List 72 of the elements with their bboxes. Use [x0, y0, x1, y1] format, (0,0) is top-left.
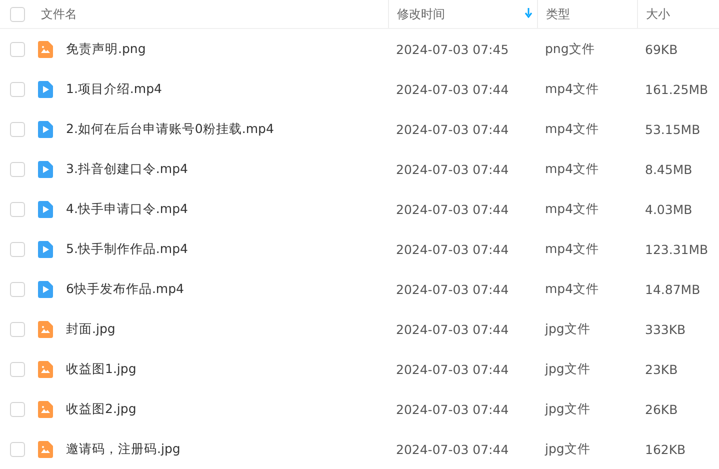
modified-time: 2024-07-03 07:44	[395, 202, 510, 216]
image-file-icon	[38, 40, 53, 58]
modified-time: 2024-07-03 07:44	[395, 322, 510, 336]
image-file-icon	[38, 360, 53, 378]
image-file-icon	[38, 440, 53, 458]
file-name[interactable]: 5.快手制作作品.mp4	[66, 240, 188, 258]
modified-time: 2024-07-03 07:44	[395, 122, 510, 136]
video-file-icon	[38, 160, 53, 178]
file-name[interactable]: 6快手发布作品.mp4	[66, 280, 184, 298]
file-name[interactable]: 收益图2.jpg	[66, 400, 136, 418]
file-size: 23KB	[644, 362, 679, 376]
file-type: mp4文件	[544, 280, 600, 298]
file-name[interactable]: 1.项目介绍.mp4	[66, 80, 162, 98]
row-checkbox[interactable]	[10, 242, 25, 256]
file-size: 162KB	[644, 442, 687, 456]
row-checkbox[interactable]	[10, 202, 25, 216]
modified-time: 2024-07-03 07:44	[395, 82, 510, 96]
modified-time: 2024-07-03 07:44	[395, 162, 510, 176]
file-type: mp4文件	[544, 240, 600, 258]
file-size: 26KB	[644, 402, 679, 416]
row-checkbox[interactable]	[10, 402, 25, 416]
file-type: png文件	[544, 40, 596, 58]
file-size: 14.87MB	[644, 282, 702, 296]
select-all-checkbox[interactable]	[10, 6, 25, 22]
file-name[interactable]: 免责声明.png	[66, 40, 146, 58]
row-checkbox[interactable]	[10, 42, 25, 56]
file-type: mp4文件	[544, 80, 600, 98]
column-header[interactable]: 修改时间	[397, 6, 445, 22]
video-file-icon	[38, 280, 53, 298]
row-checkbox[interactable]	[10, 282, 25, 296]
file-name[interactable]: 3.抖音创建口令.mp4	[66, 160, 188, 178]
file-name[interactable]: 收益图1.jpg	[66, 360, 136, 378]
row-checkbox[interactable]	[10, 82, 25, 96]
file-type: mp4文件	[544, 200, 600, 218]
file-type: mp4文件	[544, 120, 600, 138]
image-file-icon	[38, 400, 53, 418]
video-file-icon	[38, 80, 53, 98]
video-file-icon	[38, 120, 53, 138]
row-checkbox[interactable]	[10, 362, 25, 376]
file-type: jpg文件	[544, 360, 592, 378]
modified-time: 2024-07-03 07:44	[395, 362, 510, 376]
modified-time: 2024-07-03 07:45	[395, 42, 510, 56]
file-size: 8.45MB	[644, 162, 694, 176]
column-header[interactable]: 类型	[546, 6, 570, 22]
file-name[interactable]: 4.快手申请口令.mp4	[66, 200, 188, 218]
file-name[interactable]: 2.如何在后台申请账号0粉挂载.mp4	[66, 120, 274, 138]
video-file-icon	[38, 240, 53, 258]
file-size: 161.25MB	[644, 82, 710, 96]
file-size: 123.31MB	[644, 242, 710, 256]
file-size: 4.03MB	[644, 202, 694, 216]
sort-arrow-icon[interactable]	[525, 8, 532, 18]
file-type: jpg文件	[544, 320, 592, 338]
modified-time: 2024-07-03 07:44	[395, 442, 510, 456]
row-checkbox[interactable]	[10, 162, 25, 176]
modified-time: 2024-07-03 07:44	[395, 402, 510, 416]
file-type: mp4文件	[544, 160, 600, 178]
modified-time: 2024-07-03 07:44	[395, 282, 510, 296]
video-file-icon	[38, 200, 53, 218]
row-checkbox[interactable]	[10, 442, 25, 456]
file-size: 53.15MB	[644, 122, 702, 136]
file-size: 69KB	[644, 42, 679, 56]
file-name[interactable]: 邀请码，注册码.jpg	[66, 440, 180, 458]
column-header[interactable]: 大小	[646, 6, 670, 22]
file-name[interactable]: 封面.jpg	[66, 320, 116, 338]
file-type: jpg文件	[544, 440, 592, 458]
row-checkbox[interactable]	[10, 122, 25, 136]
row-checkbox[interactable]	[10, 322, 25, 336]
file-size: 333KB	[644, 322, 687, 336]
image-file-icon	[38, 320, 53, 338]
file-type: jpg文件	[544, 400, 592, 418]
column-header[interactable]: 文件名	[41, 6, 77, 22]
modified-time: 2024-07-03 07:44	[395, 242, 510, 256]
